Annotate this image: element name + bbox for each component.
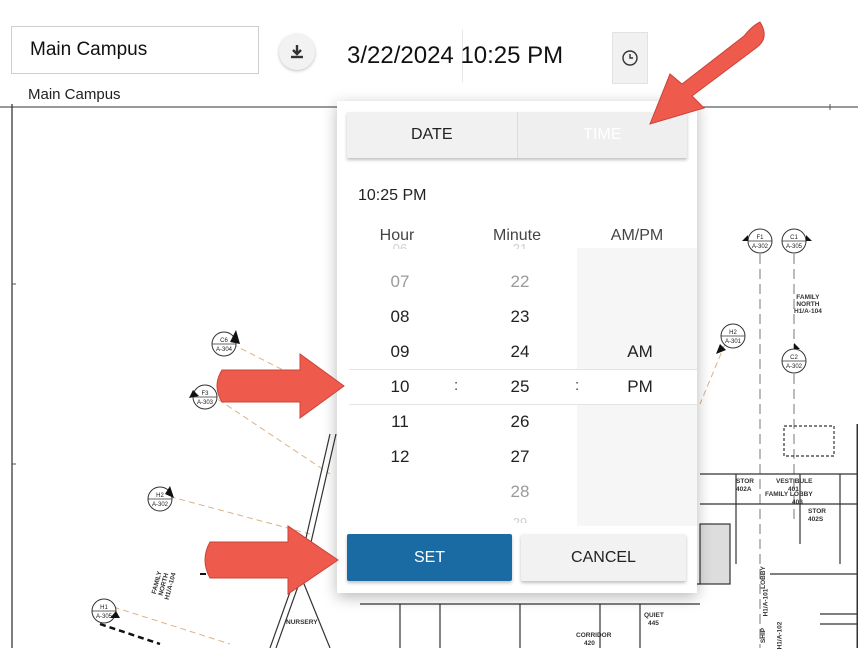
hour-option[interactable]: 07	[370, 272, 430, 292]
callout-top: F1	[756, 235, 764, 241]
label-stor: STOR	[736, 478, 754, 485]
minute-option[interactable]: 26	[490, 412, 550, 432]
label-lobby: LOBBY	[759, 566, 767, 589]
callout-bottom: A-302	[752, 244, 769, 250]
minute-option[interactable]: 24	[490, 342, 550, 362]
download-button[interactable]	[279, 34, 315, 70]
label-corridor: CORRIDOR	[576, 632, 612, 639]
datetime-picker-popup: DATE TIME 10:25 PM Hour Minute AM/PM 06 …	[337, 101, 697, 593]
datetime-input[interactable]: 3/22/2024 10:25 PM	[347, 42, 563, 70]
hour-option[interactable]: 08	[370, 307, 430, 327]
callout-top: C2	[790, 355, 798, 361]
hour-option[interactable]: 12	[370, 447, 430, 467]
callout-bottom: A-303	[197, 400, 214, 406]
location-select[interactable]: Main Campus	[11, 26, 259, 74]
column-header-ampm: AM/PM	[610, 227, 664, 244]
minute-option-partial: 29	[512, 515, 528, 523]
minute-option-partial: 21	[512, 241, 528, 249]
clock-button[interactable]	[612, 32, 648, 84]
callout-bottom: A-305	[786, 244, 803, 250]
callout-top: F3	[201, 391, 209, 397]
label-vestibule-num: 401	[788, 486, 799, 493]
label-lobby-ref: H1/A-101	[762, 588, 770, 617]
current-time-readout: 10:25 PM	[358, 187, 427, 204]
label-ship-ref: H1/A-102	[776, 621, 784, 650]
cancel-button[interactable]: CANCEL	[521, 534, 686, 581]
label-ship: SHIP	[760, 627, 768, 644]
label-family-north: FAMILY NORTH H1/A-104	[794, 294, 822, 315]
minute-option[interactable]: 28	[490, 482, 550, 502]
callout-bottom: A-302	[152, 502, 169, 508]
minute-option[interactable]: 22	[490, 272, 550, 292]
label-stor-num: 402S	[808, 516, 824, 523]
callout-top: H2	[156, 493, 164, 499]
minute-option-selected[interactable]: 25	[490, 377, 550, 397]
minute-option[interactable]: 27	[490, 447, 550, 467]
label-quiet: QUIET	[644, 612, 664, 619]
ampm-option-am[interactable]: AM	[610, 342, 670, 362]
callout-bottom: A-301	[725, 339, 742, 345]
minute-option[interactable]: 23	[490, 307, 550, 327]
callout-bottom: A-302	[786, 364, 803, 370]
ampm-option-pm-selected[interactable]: PM	[610, 377, 670, 397]
label-nursery: NURSERY	[286, 619, 318, 626]
callout-bottom: A-304	[216, 347, 233, 353]
callout-top: H1	[100, 605, 108, 611]
separator-colon: :	[454, 377, 459, 394]
hour-option[interactable]: 11	[370, 412, 430, 432]
hour-option-partial: 06	[392, 241, 408, 249]
download-icon	[291, 45, 303, 59]
picker-tabs: DATE TIME	[347, 112, 687, 158]
tab-date[interactable]: DATE	[347, 112, 518, 158]
label-stor: STOR	[808, 508, 826, 515]
callout-top: H2	[729, 330, 737, 336]
set-button[interactable]: SET	[347, 534, 512, 581]
callout-top: C6	[220, 338, 228, 344]
hour-option[interactable]: 09	[370, 342, 430, 362]
separator-colon: :	[575, 377, 580, 394]
location-value: Main Campus	[30, 39, 148, 60]
hour-option-selected[interactable]: 10	[370, 377, 430, 397]
callout-bottom: A-305	[96, 614, 113, 620]
label-quiet-num: 445	[648, 620, 659, 627]
tab-time[interactable]: TIME	[517, 112, 687, 158]
clock-icon	[622, 50, 638, 66]
label-corridor-num: 420	[584, 640, 595, 647]
label-stor-num: 402A	[736, 486, 752, 493]
location-caption: Main Campus	[28, 86, 121, 103]
label-family-lobby-num: 403	[792, 499, 803, 506]
callout-top: C1	[790, 235, 798, 241]
label-vestibule: VESTIBULE	[776, 478, 813, 485]
